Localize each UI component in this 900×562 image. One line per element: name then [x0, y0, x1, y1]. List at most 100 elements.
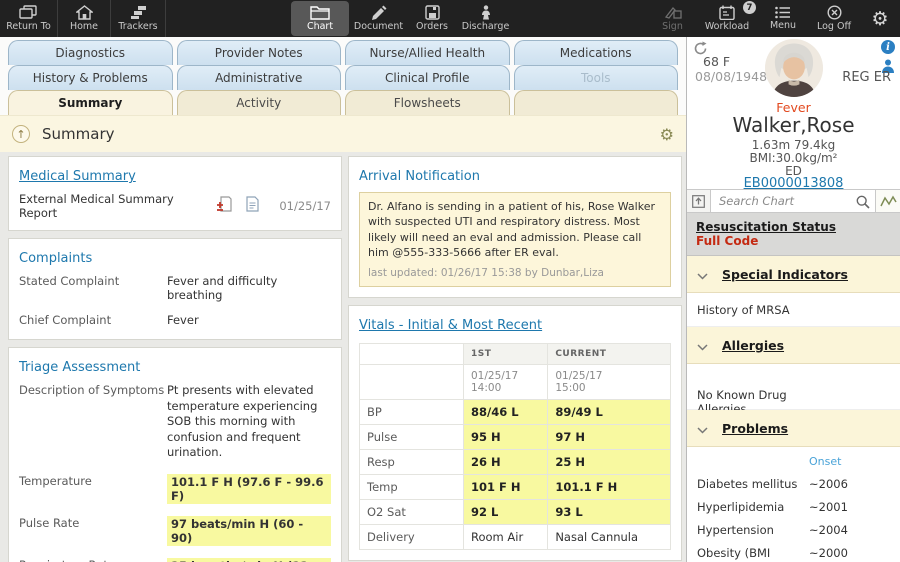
abnormal-value: 25 breaths/min H (12 - 24) — [167, 557, 331, 562]
top-toolbar: Return To Home Trackers Chart Document O… — [0, 0, 900, 37]
log-off-button[interactable]: Log Off — [808, 0, 860, 37]
vitals-row-resp: Resp 26 H 25 H — [359, 449, 671, 476]
workload-button[interactable]: 7 Workload — [696, 0, 758, 37]
tab-summary[interactable]: Summary — [8, 90, 173, 115]
search-icon[interactable] — [856, 194, 870, 213]
document-button[interactable]: Document — [350, 0, 407, 37]
view-document-icon[interactable] — [246, 196, 259, 216]
resuscitation-status-block: Resuscitation Status Full Code — [687, 213, 900, 256]
problems-content: Onset Diabetes mellitus ~2006 Hyperlipid… — [687, 447, 900, 562]
problem-row: Diabetes mellitus ~2006 — [697, 477, 848, 491]
tab-nurse-allied-health[interactable]: Nurse/Allied Health — [345, 40, 510, 65]
tab-administrative[interactable]: Administrative — [176, 65, 341, 90]
problem-row: Hypertension ~2004 — [697, 523, 848, 537]
complaints-panel: Complaints Stated Complaint Fever and di… — [8, 238, 342, 340]
abnormal-value: 97 beats/min H (60 - 90) — [167, 515, 331, 546]
problems-header[interactable]: Problems — [687, 410, 900, 447]
resuscitation-status-title: Resuscitation Status — [696, 220, 836, 234]
chevron-down-icon — [697, 265, 708, 284]
medical-summary-panel: Medical Summary External Medical Summary… — [8, 156, 342, 231]
section-title: Summary — [42, 125, 115, 143]
summary-content: Medical Summary External Medical Summary… — [0, 152, 686, 562]
return-to-button[interactable]: Return To — [0, 0, 58, 37]
external-report-row: External Medical Summary Report 01/25/17 — [19, 192, 331, 220]
discharge-person-icon — [478, 5, 494, 20]
vitals-row-pulse: Pulse 95 H 97 H — [359, 424, 671, 451]
trends-chart-icon[interactable] — [875, 190, 900, 212]
arrival-title: Arrival Notification — [359, 169, 480, 184]
trackers-button[interactable]: Trackers — [111, 0, 166, 37]
patient-sidebar: 68 F 08/08/1948 i REG ER Fever Walker,Ro… — [686, 37, 900, 562]
allergies-header[interactable]: Allergies — [687, 327, 900, 364]
home-button[interactable]: Home — [58, 0, 111, 37]
left-column: Medical Summary External Medical Summary… — [8, 156, 342, 562]
abnormal-value: 101.1 F H (97.6 F - 99.6 F) — [167, 473, 331, 504]
tab-row-2: History & Problems Administrative Clinic… — [0, 65, 686, 90]
chevron-down-icon — [697, 419, 708, 438]
vitals-row-bp: BP 88/46 L 89/49 L — [359, 399, 671, 426]
collapse-section-icon[interactable]: ↑ — [12, 125, 30, 143]
medical-summary-link[interactable]: Medical Summary — [19, 169, 136, 184]
collapse-panel-icon[interactable] — [687, 190, 711, 212]
sign-icon — [664, 6, 682, 20]
triage-assessment-panel: Triage Assessment Description of Symptom… — [8, 347, 342, 562]
patient-name: Walker,Rose — [732, 113, 855, 137]
tab-clinical-profile[interactable]: Clinical Profile — [345, 65, 510, 90]
symptoms-row: Description of Symptoms Pt presents with… — [19, 383, 331, 461]
arrival-notification-panel: Arrival Notification Dr. Alfano is sendi… — [348, 156, 682, 299]
chevron-down-icon — [697, 336, 708, 355]
vital-row: Temperature 101.1 F H (97.6 F - 99.6 F) — [19, 473, 331, 504]
tab-flowsheets[interactable]: Flowsheets — [345, 90, 510, 115]
chart-tabs: Diagnostics Provider Notes Nurse/Allied … — [0, 37, 686, 115]
patient-header: 68 F 08/08/1948 i REG ER Fever Walker,Ro… — [687, 37, 900, 191]
chart-search-bar — [687, 189, 900, 213]
onset-column-header: Onset — [809, 455, 842, 468]
tab-row-3: Summary Activity Flowsheets — [0, 90, 686, 115]
vitals-row-delivery: Delivery Room Air Nasal Cannula — [359, 524, 671, 551]
arrival-note-updated: last updated: 01/26/17 15:38 by Dunbar,L… — [368, 266, 604, 279]
report-date: 01/25/17 — [279, 199, 331, 213]
chart-button[interactable]: Chart — [291, 1, 349, 36]
vital-row: Pulse Rate 97 beats/min H (60 - 90) — [19, 515, 331, 546]
section-gear-icon[interactable]: ⚙ — [660, 125, 674, 144]
tab-blank[interactable] — [513, 90, 678, 115]
vitals-header-row: 1ST CURRENT — [359, 343, 671, 366]
middle-column: Arrival Notification Dr. Alfano is sendi… — [348, 156, 682, 562]
sign-button[interactable]: Sign — [649, 0, 696, 37]
info-icon[interactable]: i — [881, 40, 895, 54]
log-off-icon — [826, 5, 842, 20]
patient-age-sex: 68 F — [703, 54, 731, 69]
tab-history-problems[interactable]: History & Problems — [8, 65, 173, 90]
report-label: External Medical Summary Report — [19, 192, 174, 220]
orders-icon — [424, 5, 440, 20]
vitals-link[interactable]: Vitals - Initial & Most Recent — [359, 318, 542, 333]
encounter-number-link[interactable]: EB0000013808 — [744, 176, 844, 191]
tab-activity[interactable]: Activity — [176, 90, 341, 115]
vitals-row-temp: Temp 101 F H 101.1 F H — [359, 474, 671, 501]
return-to-icon — [19, 5, 38, 20]
patient-photo[interactable] — [764, 39, 823, 97]
vitals-table: 1ST CURRENT 01/25/17 14:00 01/25/17 15:0… — [359, 343, 671, 551]
complaint-row: Stated Complaint Fever and difficulty br… — [19, 274, 278, 302]
tab-diagnostics[interactable]: Diagnostics — [8, 40, 173, 65]
trackers-icon — [130, 5, 147, 20]
discharge-button[interactable]: Discharge — [457, 0, 514, 37]
vital-row: Respiratory Rate 25 breaths/min H (12 - … — [19, 557, 331, 562]
tab-provider-notes[interactable]: Provider Notes — [176, 40, 341, 65]
settings-gear-icon[interactable]: ⚙ — [860, 0, 900, 37]
patient-reg-status: REG ER — [842, 70, 891, 85]
col-current: CURRENT — [547, 343, 671, 366]
orders-button[interactable]: Orders — [407, 0, 457, 37]
special-indicators-header[interactable]: Special Indicators — [687, 256, 900, 293]
document-pencil-icon — [371, 5, 387, 20]
menu-button[interactable]: Menu — [758, 0, 808, 37]
col-first: 1ST — [462, 343, 549, 366]
search-chart-input[interactable] — [711, 190, 875, 212]
summary-section-bar: ↑ Summary ⚙ — [0, 115, 686, 152]
tab-medications[interactable]: Medications — [513, 40, 678, 65]
tab-tools[interactable]: Tools — [513, 65, 678, 90]
symptoms-text: Pt presents with elevated temperature ex… — [167, 383, 318, 460]
chart-folder-icon — [310, 5, 330, 20]
import-document-icon[interactable] — [216, 196, 232, 216]
problem-row: Hyperlipidemia ~2001 — [697, 500, 848, 514]
